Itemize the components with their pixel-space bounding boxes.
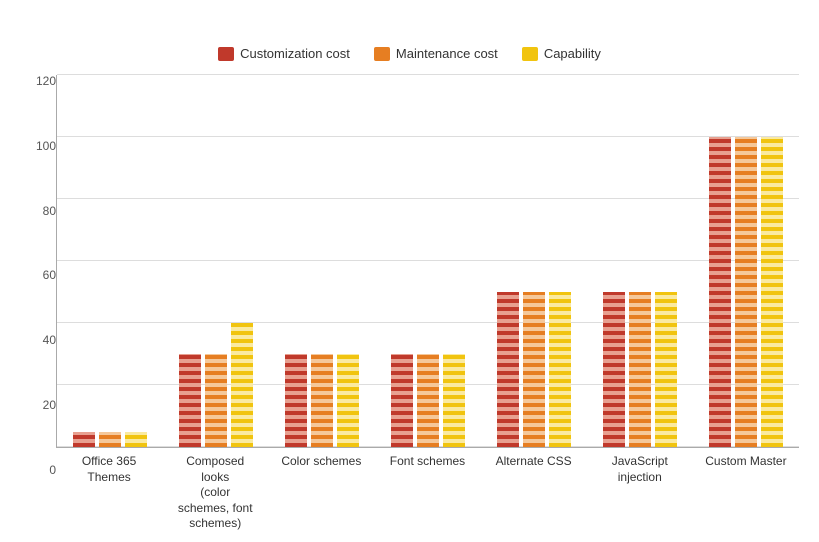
- chart-main: Office 365ThemesComposedlooks(colorschem…: [56, 75, 799, 532]
- bar-group-6: [693, 75, 799, 447]
- bar-wrap-6-2: [761, 75, 783, 447]
- bar-wrap-5-0: [603, 75, 625, 447]
- chart-container: Customization cost Maintenance cost Capabi…: [0, 0, 819, 542]
- y-label-0: 0: [49, 464, 56, 476]
- bar-wrap-3-2: [443, 75, 465, 447]
- bar-wrap-6-1: [735, 75, 757, 447]
- bar-wrap-3-1: [417, 75, 439, 447]
- legend-item-customization: Customization cost: [218, 46, 350, 61]
- x-label-4: Alternate CSS: [481, 448, 587, 532]
- bar-4-0: [497, 292, 519, 447]
- bar-1-2: [231, 323, 253, 447]
- bar-wrap-0-2: [125, 75, 147, 447]
- y-label-100: 100: [36, 140, 56, 152]
- bar-wrap-2-2: [337, 75, 359, 447]
- bar-4-1: [523, 292, 545, 447]
- bar-1-1: [205, 354, 227, 447]
- bar-group-2: [269, 75, 375, 447]
- legend-label-maintenance: Maintenance cost: [396, 46, 498, 61]
- bar-wrap-4-1: [523, 75, 545, 447]
- legend-item-maintenance: Maintenance cost: [374, 46, 498, 61]
- bar-wrap-2-0: [285, 75, 307, 447]
- legend: Customization cost Maintenance cost Capabi…: [218, 46, 601, 61]
- bar-5-1: [629, 292, 651, 447]
- bar-0-2: [125, 432, 147, 448]
- bar-wrap-4-0: [497, 75, 519, 447]
- bar-wrap-1-0: [179, 75, 201, 447]
- y-label-80: 80: [43, 205, 56, 217]
- chart-area: 0 20 40 60 80 100 120 Office 365ThemesComposed…: [20, 75, 799, 532]
- y-label-60: 60: [43, 269, 56, 281]
- bar-3-2: [443, 354, 465, 447]
- y-axis: 0 20 40 60 80 100 120: [20, 75, 56, 532]
- bar-wrap-5-2: [655, 75, 677, 447]
- legend-swatch-maintenance: [374, 47, 390, 61]
- bar-0-1: [99, 432, 121, 448]
- x-label-2: Color schemes: [268, 448, 374, 532]
- bar-wrap-4-2: [549, 75, 571, 447]
- bar-group-1: [163, 75, 269, 447]
- y-label-120: 120: [36, 75, 56, 87]
- bar-6-0: [709, 137, 731, 447]
- legend-swatch-customization: [218, 47, 234, 61]
- x-label-1: Composedlooks(colorschemes, fontschemes): [162, 448, 268, 532]
- bar-6-1: [735, 137, 757, 447]
- legend-label-customization: Customization cost: [240, 46, 350, 61]
- groups-row: [57, 75, 799, 447]
- x-label-5: JavaScriptinjection: [587, 448, 693, 532]
- legend-swatch-capability: [522, 47, 538, 61]
- bar-4-2: [549, 292, 571, 447]
- bar-6-2: [761, 137, 783, 447]
- bar-5-2: [655, 292, 677, 447]
- bar-5-0: [603, 292, 625, 447]
- bar-wrap-3-0: [391, 75, 413, 447]
- bar-wrap-5-1: [629, 75, 651, 447]
- bar-wrap-0-1: [99, 75, 121, 447]
- legend-label-capability: Capability: [544, 46, 601, 61]
- x-label-0: Office 365Themes: [56, 448, 162, 532]
- bar-wrap-2-1: [311, 75, 333, 447]
- bar-group-4: [481, 75, 587, 447]
- y-label-20: 20: [43, 399, 56, 411]
- x-label-3: Font schemes: [374, 448, 480, 532]
- bar-1-0: [179, 354, 201, 447]
- legend-item-capability: Capability: [522, 46, 601, 61]
- bar-wrap-6-0: [709, 75, 731, 447]
- y-label-40: 40: [43, 334, 56, 346]
- bar-3-0: [391, 354, 413, 447]
- x-label-6: Custom Master: [693, 448, 799, 532]
- bar-wrap-0-0: [73, 75, 95, 447]
- bar-group-5: [587, 75, 693, 447]
- bar-2-1: [311, 354, 333, 447]
- bar-group-3: [375, 75, 481, 447]
- x-labels: Office 365ThemesComposedlooks(colorschem…: [56, 448, 799, 532]
- bar-3-1: [417, 354, 439, 447]
- bar-2-0: [285, 354, 307, 447]
- bar-wrap-1-1: [205, 75, 227, 447]
- bar-0-0: [73, 432, 95, 448]
- bar-wrap-1-2: [231, 75, 253, 447]
- bars-area: [56, 75, 799, 448]
- bar-group-0: [57, 75, 163, 447]
- bar-2-2: [337, 354, 359, 447]
